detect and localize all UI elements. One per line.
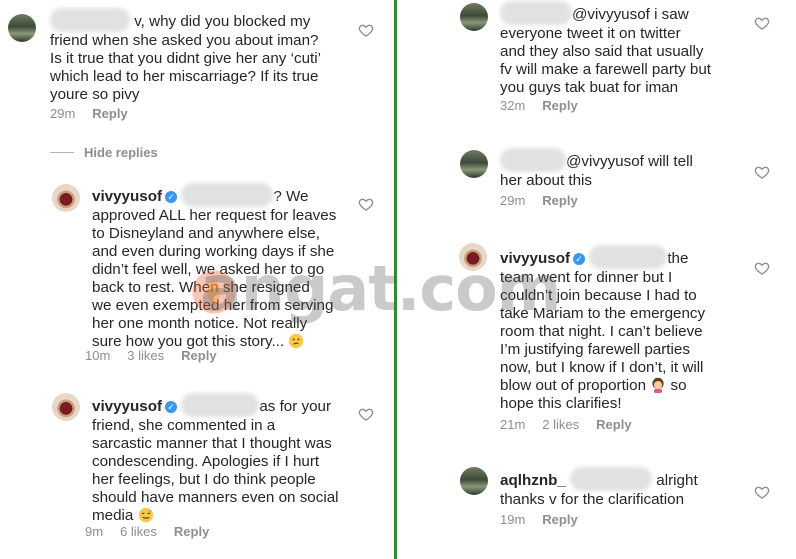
comment-meta: 32m Reply <box>500 98 595 113</box>
heart-icon[interactable] <box>358 22 374 38</box>
comment-meta: 21m 2 likes Reply <box>500 417 649 432</box>
comment-time: 21m <box>500 417 526 432</box>
username[interactable]: aqlhznb_ <box>500 472 566 489</box>
heart-icon[interactable] <box>754 15 770 31</box>
blurred-mention: x <box>570 467 653 491</box>
username[interactable]: vivyyusof <box>92 188 162 205</box>
vivyyusof-avatar[interactable] <box>52 184 80 212</box>
likes-count[interactable]: 2 likes <box>542 417 579 432</box>
comment-meta: 10m 3 likes Reply <box>85 348 234 363</box>
heart-icon[interactable] <box>754 164 770 180</box>
blurred-username: x <box>50 8 130 32</box>
verified-badge-icon: ✓ <box>573 253 586 265</box>
comment-time: 32m <box>500 98 526 113</box>
comment-time: 19m <box>500 512 526 527</box>
reply-button[interactable]: Reply <box>542 193 577 208</box>
thinking-emoji-icon <box>289 333 304 349</box>
reply-button[interactable]: Reply <box>542 98 577 113</box>
commenter-avatar[interactable] <box>8 14 36 42</box>
commenter-avatar[interactable] <box>460 150 488 178</box>
comment-text: vivyyusof✓ xthe team went for dinner but… <box>500 245 760 413</box>
reply-button[interactable]: Reply <box>174 524 209 539</box>
comment-text: vivyyusof✓ x? We approved ALL her reques… <box>92 183 372 351</box>
reply-button[interactable]: Reply <box>181 348 216 363</box>
comment-text: x@vivyyusof will tell her about this <box>500 148 760 190</box>
comment-time: 10m <box>85 348 111 363</box>
right-comments-panel: x@vivyyusof i saw everyone tweet it on t… <box>397 0 796 559</box>
comment-text: aqlhznb_ x alright thanks v for the clar… <box>500 467 760 509</box>
vivyyusof-avatar[interactable] <box>459 243 487 271</box>
comment-meta: 29m Reply <box>50 106 145 121</box>
blurred-mention: x <box>181 393 260 417</box>
heart-icon[interactable] <box>358 196 374 212</box>
woman-facepalm-emoji-icon <box>652 377 664 393</box>
verified-badge-icon: ✓ <box>165 191 178 203</box>
comment-meta: 29m Reply <box>500 193 595 208</box>
blurred-username: x <box>500 1 572 25</box>
vivyyusof-avatar[interactable] <box>52 393 80 421</box>
likes-count[interactable]: 3 likes <box>127 348 164 363</box>
blurred-mention: x <box>181 183 274 207</box>
reply-button[interactable]: Reply <box>92 106 127 121</box>
comment-time: 9m <box>85 524 104 539</box>
comment-text: x@vivyyusof i saw everyone tweet it on t… <box>500 1 760 97</box>
heart-icon[interactable] <box>358 406 374 422</box>
sweat-smile-emoji-icon <box>138 507 153 523</box>
comment-meta: 19m Reply <box>500 512 595 527</box>
reply-button[interactable]: Reply <box>596 417 631 432</box>
comment-time: 29m <box>500 193 526 208</box>
hide-replies-button[interactable]: Hide replies <box>50 145 158 160</box>
comment-meta: 9m 6 likes Reply <box>85 524 226 539</box>
comment-time: 29m <box>50 106 76 121</box>
username[interactable]: vivyyusof <box>92 398 162 415</box>
likes-count[interactable]: 6 likes <box>120 524 157 539</box>
left-comments-panel: x v, why did you blocked my friend when … <box>0 0 394 559</box>
username[interactable]: vivyyusof <box>500 250 570 267</box>
comment-text: x v, why did you blocked my friend when … <box>50 8 370 104</box>
blurred-mention: x <box>589 245 668 269</box>
comment-text: vivyyusof✓ xas for your friend, she comm… <box>92 393 372 525</box>
verified-badge-icon: ✓ <box>165 401 178 413</box>
commenter-avatar[interactable] <box>460 467 488 495</box>
reply-button[interactable]: Reply <box>542 512 577 527</box>
divider-line <box>50 152 74 153</box>
commenter-avatar[interactable] <box>460 3 488 31</box>
heart-icon[interactable] <box>754 260 770 276</box>
blurred-username: x <box>500 148 566 172</box>
heart-icon[interactable] <box>754 484 770 500</box>
